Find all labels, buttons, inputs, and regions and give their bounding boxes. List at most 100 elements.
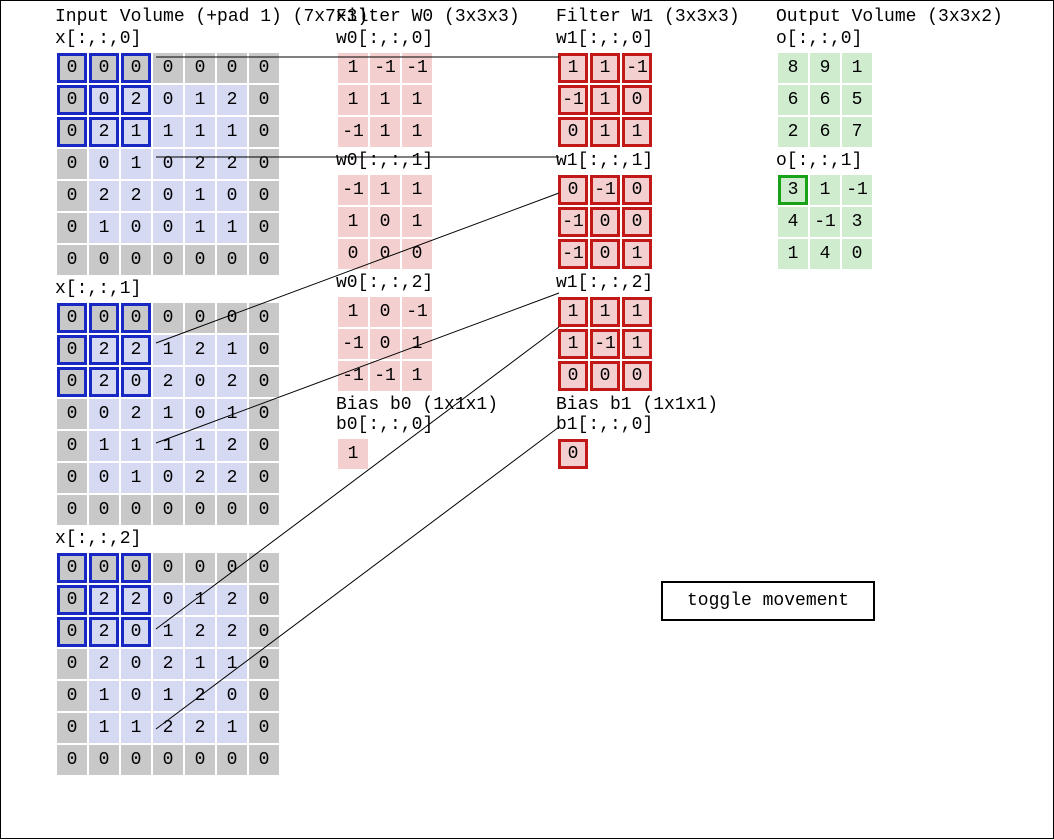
grid-cell: 1 bbox=[558, 297, 588, 327]
grid-cell: 2 bbox=[185, 617, 215, 647]
grid-cell: 0 bbox=[249, 745, 279, 775]
grid-cell: 1 bbox=[402, 329, 432, 359]
grid-cell: 2 bbox=[153, 649, 183, 679]
slice-label: w0[:,:,2] bbox=[336, 273, 556, 293]
grid-cell: 0 bbox=[153, 181, 183, 211]
grid-cell: 1 bbox=[370, 85, 400, 115]
grid-cell: 0 bbox=[57, 617, 87, 647]
grid-cell: 1 bbox=[338, 207, 368, 237]
grid-cell: 1 bbox=[622, 329, 652, 359]
grid-cell: 0 bbox=[217, 745, 247, 775]
grid-cell: 2 bbox=[217, 431, 247, 461]
grid-cell: 1 bbox=[185, 117, 215, 147]
grid-cell: 0 bbox=[217, 181, 247, 211]
grid-cell: 2 bbox=[89, 367, 119, 397]
grid-cell: 1 bbox=[402, 85, 432, 115]
grid-cell: 0 bbox=[121, 649, 151, 679]
grid-cell: 1 bbox=[217, 399, 247, 429]
grid-cell: 1 bbox=[558, 329, 588, 359]
grid-cell: 1 bbox=[153, 335, 183, 365]
grid-cell: 9 bbox=[810, 53, 840, 83]
grid-cell: 0 bbox=[249, 213, 279, 243]
grid-cell: 8 bbox=[778, 53, 808, 83]
w0-title: Filter W0 (3x3x3) bbox=[336, 7, 556, 27]
grid-cell: 0 bbox=[153, 745, 183, 775]
grid-cell: -1 bbox=[842, 175, 872, 205]
grid-cell: 0 bbox=[89, 85, 119, 115]
toggle-movement-button[interactable]: toggle movement bbox=[661, 581, 875, 621]
grid-cell: -1 bbox=[590, 329, 620, 359]
grid-cell: 0 bbox=[121, 495, 151, 525]
grid-cell: 0 bbox=[57, 245, 87, 275]
grid-cell: 0 bbox=[89, 149, 119, 179]
grid-cell: 0 bbox=[249, 713, 279, 743]
grid-cell: 2 bbox=[185, 713, 215, 743]
grid-cell: 0 bbox=[57, 149, 87, 179]
grid-cell: 0 bbox=[842, 239, 872, 269]
grid-cell: 0 bbox=[249, 585, 279, 615]
grid-cell: 0 bbox=[249, 245, 279, 275]
grid-cell: 1 bbox=[622, 117, 652, 147]
input-volume-column: Input Volume (+pad 1) (7x7x3) x[:,:,0]00… bbox=[55, 7, 335, 779]
grid-cell: 0 bbox=[217, 553, 247, 583]
grid-cell: 0 bbox=[121, 553, 151, 583]
grid-cell: 0 bbox=[217, 495, 247, 525]
grid-cell: 0 bbox=[249, 85, 279, 115]
grid-cell: 1 bbox=[217, 213, 247, 243]
grid-cell: 0 bbox=[622, 361, 652, 391]
grid-cell: 0 bbox=[121, 303, 151, 333]
grid-cell: 1 bbox=[89, 431, 119, 461]
grid-cell: 1 bbox=[153, 681, 183, 711]
grid-cell: 2 bbox=[89, 649, 119, 679]
grid-cell: 1 bbox=[370, 175, 400, 205]
grid-cell: 0 bbox=[558, 175, 588, 205]
grid-cell: 1 bbox=[590, 297, 620, 327]
grid-cell: 0 bbox=[185, 495, 215, 525]
grid-cell: -1 bbox=[558, 239, 588, 269]
grid-cell: 0 bbox=[153, 85, 183, 115]
grid-cell: 0 bbox=[89, 399, 119, 429]
output-title: Output Volume (3x3x2) bbox=[776, 7, 1036, 27]
data-grid: 891665267 bbox=[776, 51, 874, 149]
grid-cell: 0 bbox=[217, 681, 247, 711]
grid-cell: 0 bbox=[217, 53, 247, 83]
grid-cell: 0 bbox=[57, 431, 87, 461]
grid-cell: 0 bbox=[153, 303, 183, 333]
grid-cell: -1 bbox=[338, 361, 368, 391]
grid-cell: 1 bbox=[558, 53, 588, 83]
grid-cell: 0 bbox=[57, 213, 87, 243]
grid-cell: 0 bbox=[89, 463, 119, 493]
grid-cell: 1 bbox=[153, 399, 183, 429]
grid-cell: 0 bbox=[121, 745, 151, 775]
grid-cell: 0 bbox=[153, 53, 183, 83]
grid-cell: 0 bbox=[338, 239, 368, 269]
grid-cell: 2 bbox=[153, 713, 183, 743]
slice-label: x[:,:,1] bbox=[55, 279, 335, 299]
grid-cell: 1 bbox=[338, 297, 368, 327]
grid-cell: 0 bbox=[57, 181, 87, 211]
grid-cell: -1 bbox=[558, 207, 588, 237]
grid-cell: 0 bbox=[185, 367, 215, 397]
grid-cell: 0 bbox=[89, 303, 119, 333]
grid-cell: 2 bbox=[89, 117, 119, 147]
input-title: Input Volume (+pad 1) (7x7x3) bbox=[55, 7, 335, 27]
slice-label: o[:,:,1] bbox=[776, 151, 1036, 171]
grid-cell: 0 bbox=[57, 53, 87, 83]
grid-cell: 0 bbox=[249, 681, 279, 711]
w1-title: Filter W1 (3x3x3) bbox=[556, 7, 776, 27]
grid-cell: -1 bbox=[338, 117, 368, 147]
grid-cell: 0 bbox=[153, 553, 183, 583]
data-grid: 1-1-1111-111 bbox=[336, 51, 434, 149]
grid-cell: 0 bbox=[249, 181, 279, 211]
grid-cell: 2 bbox=[121, 85, 151, 115]
grid-cell: 0 bbox=[249, 431, 279, 461]
grid-cell: 1 bbox=[153, 431, 183, 461]
grid-cell: 0 bbox=[185, 745, 215, 775]
grid-cell: 2 bbox=[778, 117, 808, 147]
slice-label: w1[:,:,1] bbox=[556, 151, 776, 171]
grid-cell: 0 bbox=[402, 239, 432, 269]
grid-cell: 1 bbox=[185, 431, 215, 461]
grid-cell: 0 bbox=[57, 745, 87, 775]
grid-cell: 2 bbox=[153, 367, 183, 397]
grid-cell: 0 bbox=[185, 303, 215, 333]
